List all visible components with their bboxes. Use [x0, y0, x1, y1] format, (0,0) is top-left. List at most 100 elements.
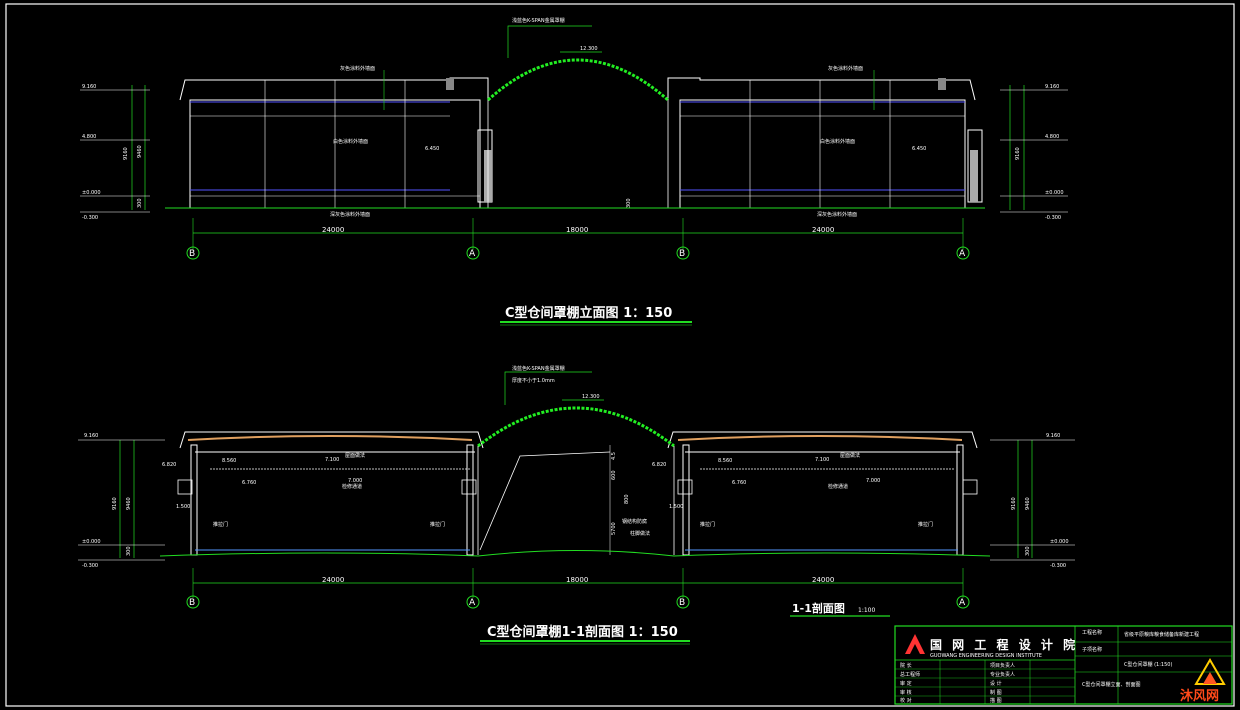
tb-right-row-2: 设 计 — [990, 680, 1002, 687]
section-door-note-0: 推拉门 — [213, 521, 228, 528]
section-pipe-note-r: 检修通道 — [828, 483, 848, 490]
elevation-mid-note-left: 白色涂料外墙面 — [333, 138, 368, 145]
section-axis-1: A — [469, 598, 476, 608]
section-level-2: 7.100 — [325, 457, 339, 463]
elevation-axis-2: B — [679, 249, 685, 259]
tb-right-row-3: 制 图 — [990, 689, 1002, 696]
section-level-bottom-left-1: -0.300 — [82, 563, 98, 569]
elevation-span-0: 24000 — [322, 226, 344, 234]
section-span-2: 24000 — [812, 576, 834, 584]
elevation-level-left-2: ±0.000 — [82, 190, 101, 196]
tb-right-row-4: 描 图 — [990, 697, 1002, 704]
elevation-stair-level-left: 6.450 — [425, 146, 439, 152]
elevation-mid-note-right: 白色涂料外墙面 — [820, 138, 855, 145]
section-level-4r: 7.000 — [866, 478, 880, 484]
tb-left-row-1: 总工程师 — [900, 671, 920, 678]
tb-left-row-4: 校 对 — [900, 697, 912, 704]
section-dim-left-2: 300 — [126, 546, 132, 556]
section-subtitle: 1-1剖面图 — [792, 601, 845, 615]
section-level-1: 8.560 — [222, 458, 236, 464]
section-arch-dim-3: 5700 — [611, 522, 617, 535]
project-name: 省级平原粮库粮食储备库新建工程 — [1124, 631, 1199, 638]
elevation-level-right-0: 9.160 — [1045, 84, 1059, 90]
section-roof-note: 屋面做法 — [345, 452, 365, 459]
elevation-axis-1: A — [469, 249, 476, 259]
section-arch-dim-2: 800 — [624, 494, 630, 504]
elevation-dim-right-0: 9160 — [1015, 147, 1021, 160]
section-subtitle-scale: 1:100 — [858, 607, 875, 614]
elevation-arch-note: 浅蓝色K-SPAN金属罩棚 — [512, 17, 565, 24]
elevation-axis-3: A — [959, 249, 966, 259]
section-span-0: 24000 — [322, 576, 344, 584]
elevation-level-right-2: ±0.000 — [1045, 190, 1064, 196]
section-level-3: 6.760 — [242, 480, 256, 486]
elevation-level-left-1: 4.800 — [82, 134, 96, 140]
section-axis-0: B — [189, 598, 195, 608]
section-level-2r: 7.100 — [815, 457, 829, 463]
tb-left-row-3: 审 核 — [900, 689, 912, 696]
company-name: 国 网 工 程 设 计 院 — [930, 637, 1078, 652]
elevation-span-2: 24000 — [812, 226, 834, 234]
elevation-dim-left-2: 300 — [137, 198, 143, 208]
section-level-0r: 6.820 — [652, 462, 666, 468]
elevation-dim-left-1: 9460 — [137, 145, 143, 158]
section-arch-note2: 厚度不小于1.0mm — [512, 377, 555, 384]
elevation-arch-level: 12.300 — [580, 46, 598, 52]
elevation-stair-level-right: 6.450 — [912, 146, 926, 152]
section-left-top-level: 9.160 — [84, 433, 98, 439]
section-door-note-3: 推拉门 — [918, 521, 933, 528]
section-level-bottom-right-1: -0.300 — [1050, 563, 1066, 569]
elevation-dim-mid: 300 — [626, 198, 632, 208]
section-arch-dim-0: 4.5 — [611, 452, 617, 460]
section-right-top-level: 9.160 — [1046, 433, 1060, 439]
watermark-text: 沐风网 — [1180, 688, 1219, 704]
section-arch-note: 浅蓝色K-SPAN金属罩棚 — [512, 365, 565, 372]
section-level-bottom-left-0: ±0.000 — [82, 539, 101, 545]
section-dim-right-1: 9460 — [1025, 497, 1031, 510]
tb-right-row-1: 专业负责人 — [990, 671, 1015, 678]
section-axis-2: B — [679, 598, 685, 608]
section-level-3r: 6.760 — [732, 480, 746, 486]
company-name-en: GUOWANG ENGINEERING DESIGN INSTITUTE — [930, 653, 1042, 659]
section-level-5r: 1.500 — [669, 504, 683, 510]
cad-drawing: 浅蓝色K-SPAN金属罩棚 12.300 灰色涂料外墙面 灰色涂料外墙面 白色涂… — [0, 0, 1240, 710]
sub-label: 子项名称 — [1082, 646, 1102, 653]
tb-left-row-2: 审 定 — [900, 680, 912, 687]
section-axis-3: A — [959, 598, 966, 608]
section-door-note-2: 推拉门 — [700, 521, 715, 528]
elevation-top-note-right: 灰色涂料外墙面 — [828, 65, 863, 72]
section-door-note-1: 推拉门 — [430, 521, 445, 528]
section-title: C型仓间罩棚1-1剖面图 1：150 — [487, 624, 678, 640]
elevation-top-note-left: 灰色涂料外墙面 — [340, 65, 375, 72]
elevation-title: C型仓间罩棚立面图 1：150 — [505, 305, 672, 321]
section-dim-right-2: 300 — [1025, 546, 1031, 556]
section-arch-side-1: 柱脚做法 — [630, 530, 650, 537]
section-dim-right-0: 9160 — [1011, 497, 1017, 510]
elevation-dim-left-0: 9160 — [123, 147, 129, 160]
elevation-axis-0: B — [189, 249, 195, 259]
section-span-1: 18000 — [566, 576, 588, 584]
section-arch-dim-1: 600 — [611, 470, 617, 480]
section-arch-side-0: 钢结构防腐 — [622, 518, 647, 525]
elevation-bottom-note-right: 深灰色涂料外墙面 — [817, 211, 857, 218]
section-level-5: 1.500 — [176, 504, 190, 510]
section-dim-left-0: 9160 — [112, 497, 118, 510]
tb-left-row-0: 院 长 — [900, 662, 912, 669]
project-label: 工程名称 — [1082, 629, 1102, 636]
section-dim-left-1: 9460 — [126, 497, 132, 510]
elevation-bottom-note-left: 深灰色涂料外墙面 — [330, 211, 370, 218]
elevation-level-left-3: -0.300 — [82, 215, 98, 221]
elevation-level-right-3: -0.300 — [1045, 215, 1061, 221]
drawing-content: C型仓间罩棚立面、剖面图 — [1082, 681, 1141, 688]
elevation-level-right-1: 4.800 — [1045, 134, 1059, 140]
section-level-bottom-right-0: ±0.000 — [1050, 539, 1069, 545]
elevation-span-1: 18000 — [566, 226, 588, 234]
section-level-0: 6.820 — [162, 462, 176, 468]
title-block: 国 网 工 程 设 计 院 GUOWANG ENGINEERING DESIGN… — [894, 625, 1233, 705]
drawing-title: C型仓间罩棚 (1:150) — [1124, 661, 1172, 668]
section-level-1r: 8.560 — [718, 458, 732, 464]
tb-right-row-0: 项目负责人 — [990, 662, 1015, 669]
section-arch-level: 12.300 — [582, 394, 600, 400]
section-pipe-note: 检修通道 — [342, 483, 362, 490]
elevation-level-left-0: 9.160 — [82, 84, 96, 90]
